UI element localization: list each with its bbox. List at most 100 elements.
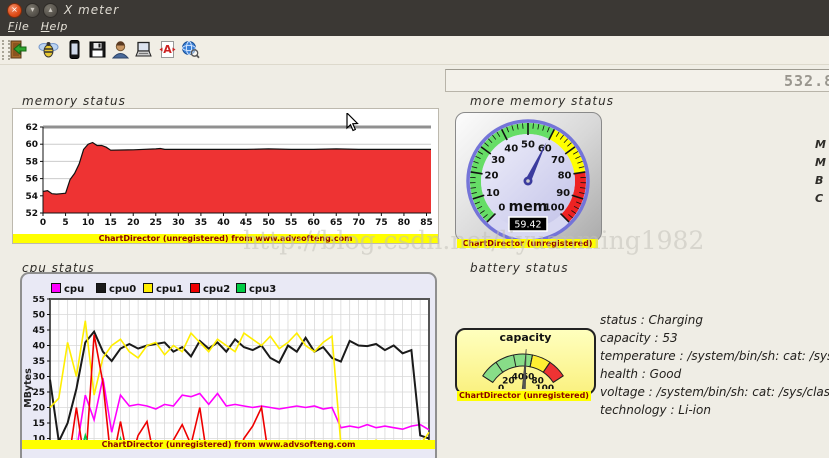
svg-text:50: 50: [262, 218, 275, 228]
svg-text:20: 20: [484, 171, 498, 182]
svg-text:62: 62: [25, 123, 38, 133]
svg-text:80: 80: [398, 218, 411, 228]
svg-text:40: 40: [32, 342, 45, 352]
svg-text:15: 15: [104, 218, 117, 228]
minimize-icon[interactable]: ▾: [25, 3, 40, 18]
memory-chart-plot: 52 54 56 58 60 62 0 5 10 15 20 25 30 35 40 45 50 55 60 65 70…: [25, 123, 433, 228]
svg-text:70: 70: [551, 155, 565, 166]
titlebar[interactable]: × ▾ ▴ X meter: [0, 0, 829, 20]
memory-status-label: memory status: [22, 94, 126, 108]
mouse-cursor: [346, 111, 360, 137]
svg-text:30: 30: [32, 373, 45, 383]
battery-info-line: health : Good: [600, 367, 682, 381]
battery-status-label: battery status: [470, 261, 569, 275]
edge-fragment: M: [815, 156, 826, 169]
svg-text:20: 20: [127, 218, 140, 228]
network-search-icon[interactable]: [180, 39, 201, 60]
svg-text:40: 40: [504, 144, 518, 155]
battery-meter: capacity 0 20 40 60 80 100: [455, 328, 596, 395]
battery-info-line: temperature : /system/bin/sh: cat: /sys/…: [600, 349, 829, 363]
phone-icon[interactable]: [64, 39, 85, 60]
memory-chart: 52 54 56 58 60 62 0 5 10 15 20 25 30 35 40 45 50 55 60 65 70…: [12, 108, 439, 244]
svg-text:70: 70: [353, 218, 366, 228]
window-title: X meter: [64, 3, 120, 17]
legend-swatch: [96, 283, 106, 293]
close-icon[interactable]: ×: [7, 3, 22, 18]
svg-text:55: 55: [285, 218, 298, 228]
save-icon[interactable]: [87, 39, 108, 60]
svg-text:25: 25: [150, 218, 163, 228]
maximize-icon[interactable]: ▴: [43, 3, 58, 18]
svg-text:45: 45: [32, 326, 45, 336]
svg-text:15: 15: [32, 419, 45, 429]
battery-meter-banner: ChartDirector (unregistered): [457, 391, 591, 401]
cpu-legend-item: cpu1: [143, 283, 183, 295]
svg-text:60: 60: [25, 140, 38, 150]
edge-fragment: M: [815, 138, 826, 151]
lcd-value: 532.8: [784, 72, 829, 90]
legend-swatch: [236, 283, 246, 293]
exit-icon[interactable]: [8, 39, 29, 60]
legend-label: cpu3: [249, 284, 277, 295]
user-icon[interactable]: [110, 39, 131, 60]
battery-info: status : Charging capacity : 53 temperat…: [600, 311, 829, 419]
battery-info-line: voltage : /system/bin/sh: cat: /sys/clas…: [600, 385, 829, 399]
svg-text:MBytes: MBytes: [23, 368, 34, 408]
cpu-chart-plot: 10152025303540455055MBytes: [23, 296, 430, 440]
cpu-legend-item: cpu0: [96, 283, 136, 295]
svg-text:59.42: 59.42: [514, 220, 541, 231]
memory-chart-banner: ChartDirector (unregistered) from www.ad…: [13, 234, 438, 243]
legend-swatch: [143, 283, 153, 293]
battery-info-line: technology : Li-ion: [600, 403, 711, 417]
computer-icon[interactable]: [133, 39, 154, 60]
svg-text:0: 0: [498, 203, 505, 214]
debug-bee-icon[interactable]: [38, 39, 59, 60]
svg-text:56: 56: [25, 175, 38, 185]
app-window: × ▾ ▴ X meter File Help A 532. memory st…: [0, 0, 829, 458]
svg-text:58: 58: [25, 157, 38, 167]
svg-text:A: A: [163, 43, 172, 56]
svg-text:5: 5: [62, 218, 68, 228]
cpu-legend-item: cpu3: [236, 283, 276, 295]
menu-file[interactable]: File: [8, 20, 29, 33]
cpu-chart: cpu cpu0 cpu1 cpu2 cpu3 10 15 20 25 30 35 40 45 50 55…: [20, 272, 437, 458]
svg-text:90: 90: [556, 188, 570, 199]
svg-text:65: 65: [330, 218, 343, 228]
svg-text:45: 45: [240, 218, 253, 228]
svg-text:60: 60: [307, 218, 320, 228]
svg-text:10: 10: [82, 218, 95, 228]
edge-fragment: C: [815, 192, 824, 205]
legend-swatch: [51, 283, 61, 293]
svg-text:35: 35: [32, 357, 45, 367]
svg-text:80: 80: [558, 171, 572, 182]
more-memory-status-label: more memory status: [470, 94, 614, 108]
legend-label: cpu0: [109, 284, 137, 295]
battery-info-line: status : Charging: [600, 313, 703, 327]
svg-text:52: 52: [25, 209, 38, 219]
svg-text:25: 25: [32, 388, 45, 398]
lcd-display: [445, 69, 829, 92]
svg-text:100: 100: [535, 384, 554, 389]
memory-gauge: 0 10 20 30 40 50 60 70 80 90 100 mem 59.42: [455, 112, 602, 243]
cpu-legend-item: cpu: [51, 283, 84, 295]
menu-help[interactable]: Help: [41, 20, 68, 33]
cpu-legend-item: cpu2: [190, 283, 230, 295]
svg-text:0: 0: [40, 218, 46, 228]
edge-fragment: B: [815, 174, 824, 187]
legend-label: cpu1: [156, 284, 184, 295]
svg-text:85: 85: [420, 218, 433, 228]
svg-text:50: 50: [32, 311, 45, 321]
svg-text:75: 75: [375, 218, 388, 228]
svg-text:mem: mem: [509, 199, 548, 215]
svg-text:20: 20: [32, 404, 45, 414]
window-header: × ▾ ▴ X meter File Help: [0, 0, 829, 36]
toolbar: A: [0, 36, 829, 65]
svg-text:40: 40: [217, 218, 230, 228]
memory-gauge-dial: 010203040 50 60708090100mem59.42: [466, 119, 590, 243]
font-icon[interactable]: A: [157, 39, 178, 60]
battery-info-line: capacity : 53: [600, 331, 678, 345]
legend-label: cpu: [64, 284, 85, 295]
svg-text:35: 35: [195, 218, 208, 228]
svg-text:55: 55: [32, 296, 45, 305]
svg-text:54: 54: [25, 192, 38, 202]
